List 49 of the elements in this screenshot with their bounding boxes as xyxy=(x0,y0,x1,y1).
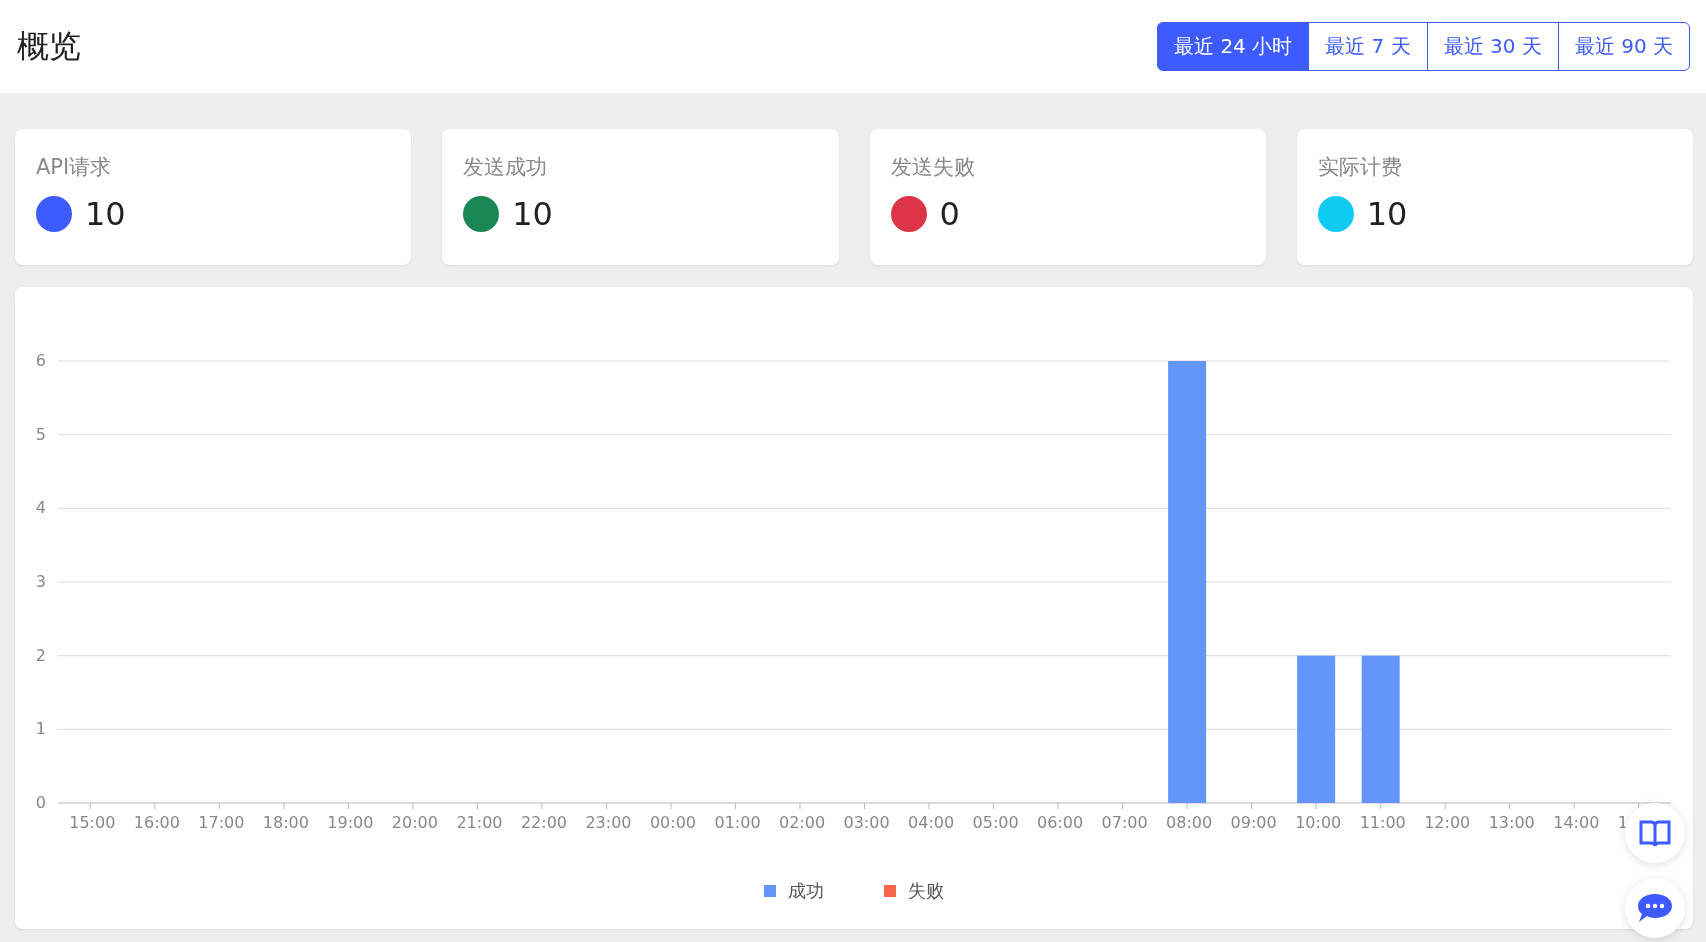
x-axis-label: 16:00 xyxy=(133,813,180,832)
stat-label: 实际计费 xyxy=(1317,154,1403,181)
x-axis-label: 00:00 xyxy=(649,813,697,832)
time-range-tab[interactable]: 最近 7 天 xyxy=(1308,22,1428,71)
time-range-tab[interactable]: 最近 24 小时 xyxy=(1157,22,1310,71)
x-axis-label: 21:00 xyxy=(456,813,503,832)
y-axis-label: 3 xyxy=(35,572,46,591)
time-range-tab[interactable]: 最近 90 天 xyxy=(1557,22,1690,71)
legend-item[interactable]: 成功 xyxy=(764,879,824,903)
stat-value: 0 xyxy=(939,195,960,233)
y-axis-label: 0 xyxy=(35,793,46,812)
y-axis-label: 2 xyxy=(35,645,46,665)
x-axis-label: 11:00 xyxy=(1359,813,1406,832)
chat-bubble-icon xyxy=(1637,892,1673,924)
stat-value: 10 xyxy=(1366,195,1408,233)
stat-label: 发送失败 xyxy=(890,154,976,181)
stat-label: 发送成功 xyxy=(463,154,549,181)
page-title: 概览 xyxy=(17,25,81,67)
x-axis-label: 15:00 xyxy=(69,813,116,832)
x-axis-label: 04:00 xyxy=(908,813,955,832)
x-axis-label: 13:00 xyxy=(1488,813,1535,832)
x-axis-label: 09:00 xyxy=(1230,813,1277,832)
x-axis-label: 02:00 xyxy=(779,813,826,832)
x-axis-label: 23:00 xyxy=(585,813,632,832)
x-axis-label: 19:00 xyxy=(327,813,374,832)
stat-label: API请求 xyxy=(36,154,113,181)
x-axis-label: 05:00 xyxy=(972,813,1019,832)
y-axis-label: 1 xyxy=(35,719,46,739)
x-axis-label: 10:00 xyxy=(1295,813,1342,832)
y-axis-label: 5 xyxy=(35,424,46,444)
x-axis-label: 01:00 xyxy=(714,813,761,832)
x-axis-label: 22:00 xyxy=(520,813,567,832)
x-axis-label: 07:00 xyxy=(1101,813,1148,832)
time-range-tab[interactable]: 最近 30 天 xyxy=(1426,22,1559,71)
book-icon xyxy=(1639,819,1671,847)
x-axis-label: 18:00 xyxy=(262,813,309,832)
stat-value: 10 xyxy=(512,195,553,233)
x-axis-label: 06:00 xyxy=(1037,813,1084,832)
x-axis-label: 14:00 xyxy=(1553,813,1600,832)
x-axis-label: 08:00 xyxy=(1166,813,1213,832)
stat-value: 10 xyxy=(85,195,126,233)
y-axis-label: 6 xyxy=(35,351,46,370)
x-axis-label: 1 xyxy=(1617,813,1628,832)
x-axis-label: 03:00 xyxy=(843,813,890,832)
y-axis-label: 4 xyxy=(35,498,46,518)
x-axis-label: 20:00 xyxy=(391,813,438,832)
legend-item[interactable]: 失败 xyxy=(884,879,944,903)
x-axis-label: 12:00 xyxy=(1424,813,1471,832)
x-axis-label: 17:00 xyxy=(198,813,245,832)
